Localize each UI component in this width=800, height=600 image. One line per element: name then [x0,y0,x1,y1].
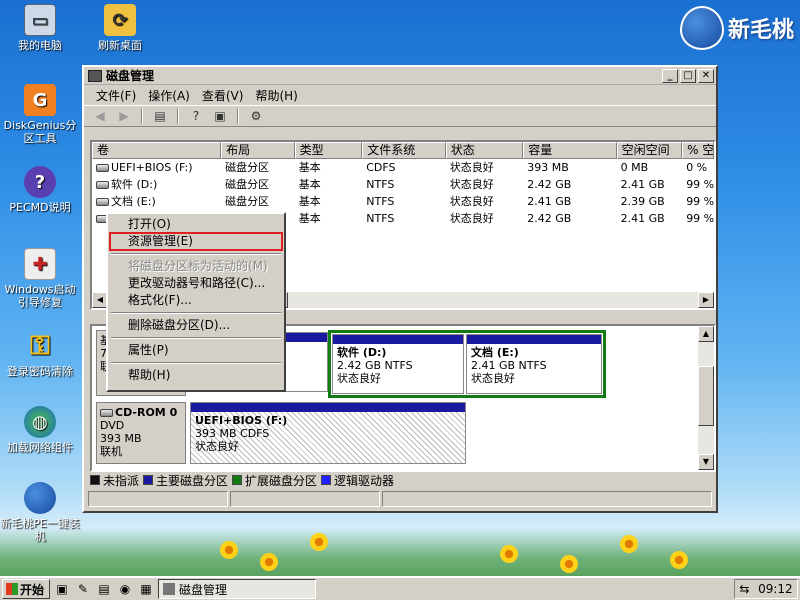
diskgenius-icon: G [24,84,56,116]
quicklaunch-tool-icon[interactable]: ✎ [74,580,92,598]
table-row[interactable]: UEFI+BIOS (F:) 磁盘分区 基本 CDFS 状态良好 393 MB … [92,159,714,176]
cdrom-icon [100,409,113,417]
clock[interactable]: 09:12 [758,582,793,596]
partition-software-d[interactable]: 软件 (D:) 2.42 GB NTFS 状态良好 [332,334,464,394]
repair-kit-icon: ✚ [24,248,56,280]
menu-item-explore[interactable]: 资源管理(E) [109,232,283,251]
menu-item-delete-partition[interactable]: 删除磁盘分区(D)... [110,317,282,334]
table-row[interactable]: 软件 (D:) 磁盘分区 基本 NTFS 状态良好 2.42 GB 2.41 G… [92,176,714,193]
col-status[interactable]: 状态 [445,142,524,159]
desktop-icon-diskgenius[interactable]: G DiskGenius分区工具 [0,84,80,145]
peach-logo-icon [679,6,724,50]
system-tray: ⇆ 09:12 [734,579,798,599]
minimize-button[interactable]: _ [662,68,678,83]
status-bar [88,491,712,507]
drive-icon [96,198,109,206]
col-free-space[interactable]: 空闲空间 [616,142,683,159]
flower-decoration [200,521,720,576]
key-icon: ⚿ [30,330,50,361]
brand-text: 新毛桃 [727,18,794,43]
col-filesystem[interactable]: 文件系统 [362,142,446,159]
cd-drive-icon [96,164,109,172]
menu-item-mark-active: 将磁盘分区标为活动的(M) [128,259,268,273]
menu-item-open[interactable]: 打开(O) [110,216,282,233]
refresh-icon: ⟳ [104,4,136,36]
menu-item-change-drive-letter[interactable]: 更改驱动器号和路径(C)... [110,275,282,292]
menu-item-help[interactable]: 帮助(H) [110,367,282,384]
context-menu: 打开(O) 资源管理(E) 将磁盘分区标为活动的(M) 更改驱动器号和路径(C)… [106,212,286,392]
desktop-icon-pecmd[interactable]: ? PECMD说明 [0,166,80,214]
legend-item: 逻辑驱动器 [321,472,394,489]
close-button[interactable]: ✕ [698,68,714,83]
legend-item: 主要磁盘分区 [143,472,228,489]
cdrom-0-label[interactable]: CD-ROM 0 DVD 393 MB 联机 [96,402,186,464]
quicklaunch-disk-icon[interactable]: ◉ [116,580,134,598]
help-icon: ? [24,166,56,198]
window-app-icon [88,69,102,82]
desktop-icon-install[interactable]: 新毛桃PE一键装机 [0,482,80,543]
peach-icon [24,482,56,514]
show-hide-tree-icon[interactable]: ▤ [150,107,170,125]
col-percent-free[interactable]: % 空 [682,142,714,159]
computer-icon: ▭ [24,4,56,36]
legend-item: 扩展磁盘分区 [232,472,317,489]
windows-logo-icon [6,583,18,595]
table-row[interactable]: 文档 (E:) 磁盘分区 基本 NTFS 状态良好 2.41 GB 2.39 G… [92,193,714,210]
scroll-down-icon[interactable]: ▼ [698,454,714,470]
scroll-right-icon[interactable]: ▶ [698,292,714,308]
quicklaunch-desktop-icon[interactable]: ▣ [53,580,71,598]
forward-arrow-icon[interactable]: ▶ [114,107,134,125]
settings-icon[interactable]: ⚙ [246,107,266,125]
globe-icon: ◍ [24,406,56,438]
menu-help[interactable]: 帮助(H) [249,87,303,104]
menu-bar: 文件(F) 操作(A) 查看(V) 帮助(H) [84,85,716,105]
scroll-thumb[interactable] [698,366,714,426]
title-bar[interactable]: 磁盘管理 _ □ ✕ [84,67,716,85]
desktop-icon-my-computer[interactable]: ▭ 我的电脑 [0,4,80,52]
help-icon[interactable]: ? [186,107,206,125]
menu-separator [111,253,281,255]
legend-item: 未指派 [90,472,139,489]
properties-icon[interactable]: ▣ [210,107,230,125]
menu-separator [111,312,281,314]
taskbar: 开始 ▣ ✎ ▤ ◉ ▦ 磁盘管理 ⇆ 09:12 [0,576,800,600]
toolbar: ◀ ▶ ▤ ? ▣ ⚙ [84,105,716,127]
desktop-icon-refresh[interactable]: ⟳ 刷新桌面 [80,4,160,52]
back-arrow-icon[interactable]: ◀ [90,107,110,125]
menu-action[interactable]: 操作(A) [142,87,196,104]
desktop-icon-network[interactable]: ◍ 加载网络组件 [0,406,80,454]
brand-logo: 新毛桃 [679,6,794,50]
scroll-up-icon[interactable]: ▲ [698,326,714,342]
quicklaunch-app-icon[interactable]: ▦ [137,580,155,598]
window-title: 磁盘管理 [106,69,155,83]
menu-separator [111,337,281,339]
menu-item-properties[interactable]: 属性(P) [110,342,282,359]
maximize-button[interactable]: □ [680,68,696,83]
vertical-scrollbar[interactable]: ▲ ▼ [698,326,714,470]
list-header: 卷 布局 类型 文件系统 状态 容量 空闲空间 % 空 [92,142,714,159]
disk-management-icon [163,583,175,595]
desktop-icon-boot-repair[interactable]: ✚ Windows启动引导修复 [0,248,80,309]
partition-documents-e[interactable]: 文档 (E:) 2.41 GB NTFS 状态良好 [466,334,602,394]
partition-uefi-bios-f[interactable]: UEFI+BIOS (F:) 393 MB CDFS 状态良好 [190,402,466,464]
col-layout[interactable]: 布局 [221,142,295,159]
menu-item-format[interactable]: 格式化(F)... [110,292,282,309]
col-capacity[interactable]: 容量 [523,142,617,159]
col-volume[interactable]: 卷 [92,142,222,159]
drive-icon [96,181,109,189]
legend: 未指派 主要磁盘分区 扩展磁盘分区 逻辑驱动器 [90,471,394,489]
desktop-icon-password-clear[interactable]: ⚿ 登录密码清除 [0,330,80,379]
col-type[interactable]: 类型 [294,142,363,159]
menu-view[interactable]: 查看(V) [196,87,250,104]
menu-file[interactable]: 文件(F) [90,87,142,104]
taskbar-item-disk-management[interactable]: 磁盘管理 [158,579,316,599]
quicklaunch-explorer-icon[interactable]: ▤ [95,580,113,598]
network-tray-icon[interactable]: ⇆ [739,582,749,596]
menu-separator [111,362,281,364]
start-button[interactable]: 开始 [2,579,50,599]
